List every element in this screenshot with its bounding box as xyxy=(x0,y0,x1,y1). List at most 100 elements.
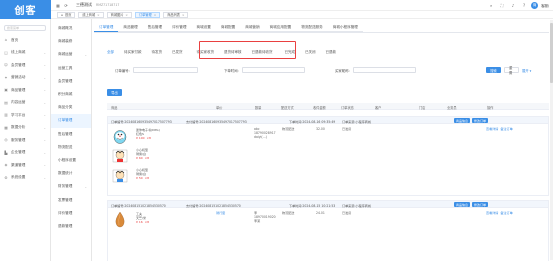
sidebar-item-analytics[interactable]: ▦ 数据分析 ⌄ xyxy=(0,122,50,135)
tab[interactable]: 商城设置 xyxy=(191,24,216,32)
tag-home[interactable]: ⌂ 首页 xyxy=(57,11,76,18)
fullscreen-icon[interactable]: ⛶ xyxy=(498,1,506,9)
status-tab[interactable]: 已关闭 xyxy=(300,48,321,56)
delivery-method: 物流配送 xyxy=(282,211,295,215)
submenu-item[interactable]: 商城概况 xyxy=(51,22,91,35)
time-input[interactable] xyxy=(241,67,305,73)
chevron-down-icon: ⌄ xyxy=(43,163,46,168)
sidebar-item-content[interactable]: ▤ 内容运营 ⌄ xyxy=(0,97,50,110)
buyer-info: 李 18970019020 李某 xyxy=(254,211,276,223)
submenu-item[interactable]: 商城装修 xyxy=(51,35,91,48)
help-icon[interactable]: ? xyxy=(520,1,528,9)
col-header: 单价 xyxy=(216,105,223,110)
status-tab-all[interactable]: 全部 xyxy=(102,48,119,56)
edit-order-button[interactable]: 修改订单 xyxy=(472,202,489,207)
sidebar-item-settings[interactable]: ⚙ 系统设置 ⌄ xyxy=(0,172,50,185)
product-image xyxy=(110,211,130,228)
submenu-item[interactable]: 会员管理 xyxy=(51,75,91,88)
tab[interactable]: 商品管理 xyxy=(118,24,143,32)
tab[interactable]: 售后管理 xyxy=(142,24,168,32)
grid-menu-icon[interactable]: ▦ xyxy=(54,1,62,9)
user-icon: ☺ xyxy=(4,62,8,68)
doc-icon: ▤ xyxy=(4,99,8,105)
service-icon: ◎ xyxy=(4,137,8,143)
status-tab[interactable]: 已发货 xyxy=(167,48,188,56)
reset-button[interactable]: 重置 xyxy=(504,66,519,75)
order-no-input[interactable] xyxy=(132,67,198,73)
tag-item-active[interactable]: 订单管理 × xyxy=(134,11,161,18)
sidebar-item-label: 服务管理 xyxy=(11,137,26,142)
close-icon[interactable]: × xyxy=(125,13,128,17)
expand-button[interactable]: 展开 ▾ xyxy=(522,67,531,73)
submenu-item[interactable]: 积分商城 xyxy=(51,88,91,101)
submenu-item[interactable]: 发票管理 xyxy=(51,193,91,206)
refresh-icon[interactable]: ⟳ xyxy=(62,1,70,9)
status-tab[interactable]: 待发货 xyxy=(147,48,168,56)
submenu-item[interactable]: 运营工具 xyxy=(51,62,91,75)
primary-sidebar: 搜索菜单 ⌂ 首页 ◫ 线上商城 ⌄ ☺ 会员管理 ⌄ ✦ 营销活动 ⌄ ▣ 商品管理 ⌄ ▤ 内容… xyxy=(0,19,51,261)
sidebar-item-online-mall[interactable]: ◫ 线上商城 ⌄ xyxy=(0,47,50,60)
tag-item[interactable]: 商品列表 × xyxy=(163,11,189,18)
status-tab[interactable]: 待买家付款 xyxy=(119,48,147,56)
sidebar-item-learning[interactable]: ▥ 学习平台 ⌄ xyxy=(0,109,50,122)
username[interactable]: 客服/ xyxy=(541,3,549,8)
tag-label: 首页 xyxy=(65,13,72,17)
bell-icon[interactable]: ♪ xyxy=(509,1,517,9)
export-button[interactable]: 导出 xyxy=(107,89,122,96)
close-icon[interactable]: × xyxy=(97,13,100,17)
tab[interactable]: 商城营销 xyxy=(240,24,265,32)
avatar[interactable]: 商 xyxy=(531,1,539,9)
tab[interactable]: 商城配置 xyxy=(215,24,241,32)
tag-label: 线上商城 xyxy=(82,13,96,17)
sidebar-item-products[interactable]: ▣ 商品管理 ⌄ xyxy=(0,84,50,97)
sidebar-item-marketing[interactable]: ✦ 营销活动 ⌄ xyxy=(0,72,50,85)
submenu-item[interactable]: 小程序设置 xyxy=(51,154,91,167)
tab[interactable]: 商城小程序管理 xyxy=(327,24,363,32)
sidebar-item-members[interactable]: ☺ 会员管理 ⌄ xyxy=(0,59,50,72)
menu-search-input[interactable]: 搜索菜单 xyxy=(4,25,46,31)
sidebar-item-enterprise[interactable]: ▙ 企业管理 ⌄ xyxy=(0,147,50,160)
order-links[interactable]: 查看详情 备注订单 xyxy=(486,211,513,215)
submenu-item[interactable]: 评价管理 xyxy=(51,207,91,220)
status-tab[interactable]: 已退款 xyxy=(321,48,342,56)
sidebar-item-service[interactable]: ◎ 服务管理 ⌄ xyxy=(0,134,50,147)
tab[interactable]: 评价管理 xyxy=(167,24,192,32)
sidebar-item-channels[interactable]: ◈ 渠道管理 ⌄ xyxy=(0,159,50,172)
submenu-item-orders[interactable]: 订单管理 xyxy=(51,114,91,128)
product-image xyxy=(110,127,130,144)
product-info-button[interactable]: 商品信息 xyxy=(454,118,471,123)
close-icon[interactable]: × xyxy=(154,13,157,17)
chevron-down-icon: ⌄ xyxy=(43,50,46,55)
close-icon[interactable]: × xyxy=(182,13,185,17)
submenu-item[interactable]: 财务管理 ⌄ xyxy=(51,180,91,193)
shop-icon: ◫ xyxy=(4,49,8,55)
submenu-item[interactable]: 商城运营 ⌄ xyxy=(51,48,91,61)
submenu-item[interactable]: 退款管理 xyxy=(51,220,91,233)
building-icon: ▙ xyxy=(4,149,8,155)
app-logo[interactable]: 创客 xyxy=(0,0,51,19)
tag-item[interactable]: 线上商城 × xyxy=(78,11,104,18)
order-status: 已发货 xyxy=(342,127,352,131)
sidebar-item-label: 学习平台 xyxy=(11,112,26,117)
submenu-item[interactable]: 售后管理 xyxy=(51,128,91,141)
tab[interactable]: 商城应用配置 xyxy=(264,24,297,32)
sidebar-item-home[interactable]: ⌂ 首页 xyxy=(0,34,50,47)
tag-item[interactable]: 商城图片 × xyxy=(106,11,132,18)
order-header: 订单编号:202408151021854530570 支付编号:20240815… xyxy=(108,201,548,208)
tag-label: 商城图片 xyxy=(110,13,124,17)
buyer-input[interactable] xyxy=(352,67,416,73)
order-status: 已发货 xyxy=(342,211,352,215)
tab[interactable]: 物流配送服务 xyxy=(296,24,328,32)
submenu-item[interactable]: 物流配送 xyxy=(51,141,91,154)
edit-order-button[interactable]: 修改订单 xyxy=(472,118,489,123)
sidebar-item-label: 首页 xyxy=(11,37,19,42)
product-info-button[interactable]: 商品信息 xyxy=(454,202,471,207)
tab-orders[interactable]: 订单管理 xyxy=(94,24,119,32)
search-icon[interactable]: ⌕ xyxy=(487,1,495,9)
order-amount: 32.00 xyxy=(316,127,325,131)
search-button[interactable]: 搜索 xyxy=(486,67,501,73)
col-header: 收件金额 xyxy=(313,105,326,110)
order-links[interactable]: 查看详情 备注订单 xyxy=(486,127,513,131)
submenu-item[interactable]: 商品分类 xyxy=(51,101,91,114)
submenu-item[interactable]: 数据统计 xyxy=(51,167,91,180)
